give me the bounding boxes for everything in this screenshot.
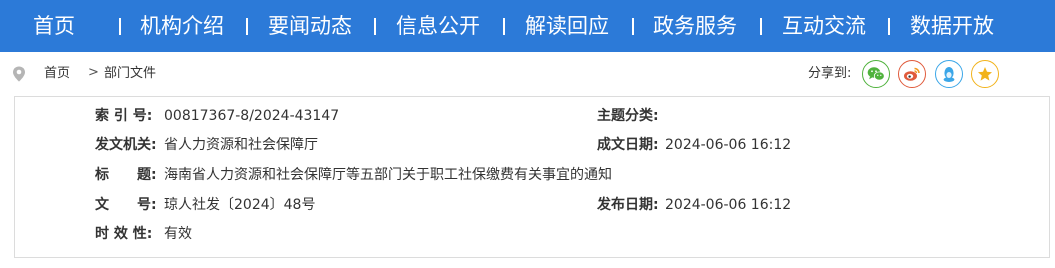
validity-label: 时 效 性:: [95, 226, 153, 242]
validity-value: 有效: [164, 226, 192, 242]
nav-separator: [246, 18, 248, 35]
share-qq-button[interactable]: [935, 60, 963, 88]
issuer-value: 省人力资源和社会保障厅: [164, 137, 318, 153]
nav-separator: [632, 18, 634, 35]
nav-item-interpretation[interactable]: 解读回应: [525, 0, 609, 52]
nav-item-open-data[interactable]: 数据开放: [910, 0, 994, 52]
qq-penguin-icon: [943, 66, 955, 82]
nav-item-home[interactable]: 首页: [33, 0, 75, 52]
document-number-value: 琼人社发〔2024〕48号: [164, 197, 316, 213]
weibo-icon: [904, 67, 920, 81]
created-date-value: 2024-06-06 16:12: [665, 137, 792, 153]
index-number-value: 00817367-8/2024-43147: [164, 108, 340, 124]
created-date-label: 成文日期:: [597, 137, 659, 153]
nav-item-info-public[interactable]: 信息公开: [396, 0, 480, 52]
nav-item-interaction[interactable]: 互动交流: [782, 0, 866, 52]
title-value: 海南省人力资源和社会保障厅等五部门关于职工社保缴费有关事宜的通知: [164, 167, 612, 183]
nav-item-about[interactable]: 机构介绍: [140, 0, 224, 52]
share-qzone-button[interactable]: [971, 60, 999, 88]
top-navigation: 首页 机构介绍 要闻动态 信息公开 解读回应 政务服务 互动交流 数据开放: [0, 0, 1055, 52]
nav-item-services[interactable]: 政务服务: [653, 0, 737, 52]
share-label: 分享到:: [808, 66, 852, 81]
share-weibo-button[interactable]: [898, 60, 926, 88]
document-info-panel: 索 引 号: 00817367-8/2024-43147 主题分类: 发文机关:…: [14, 96, 1050, 258]
topic-label: 主题分类:: [597, 108, 659, 124]
nav-separator: [888, 18, 890, 35]
nav-separator: [503, 18, 505, 35]
nav-separator: [760, 18, 762, 35]
star-icon: [978, 67, 992, 81]
breadcrumb-current[interactable]: 部门文件: [104, 66, 156, 82]
wechat-icon: [867, 67, 885, 81]
nav-separator: [374, 18, 376, 35]
title-label: 标 题:: [95, 167, 157, 183]
nav-item-news[interactable]: 要闻动态: [268, 0, 352, 52]
share-wechat-button[interactable]: [862, 60, 890, 88]
issuer-label: 发文机关:: [95, 137, 157, 153]
document-number-label: 文 号:: [95, 197, 157, 213]
breadcrumb-separator: >: [88, 65, 99, 80]
breadcrumb: 首页 > 部门文件: [0, 58, 1055, 90]
breadcrumb-home[interactable]: 首页: [44, 66, 70, 82]
index-number-label: 索 引 号:: [95, 108, 153, 124]
nav-separator: [119, 18, 121, 35]
published-date-value: 2024-06-06 16:12: [665, 197, 792, 213]
location-pin-icon: [13, 66, 25, 82]
published-date-label: 发布日期:: [597, 197, 659, 213]
